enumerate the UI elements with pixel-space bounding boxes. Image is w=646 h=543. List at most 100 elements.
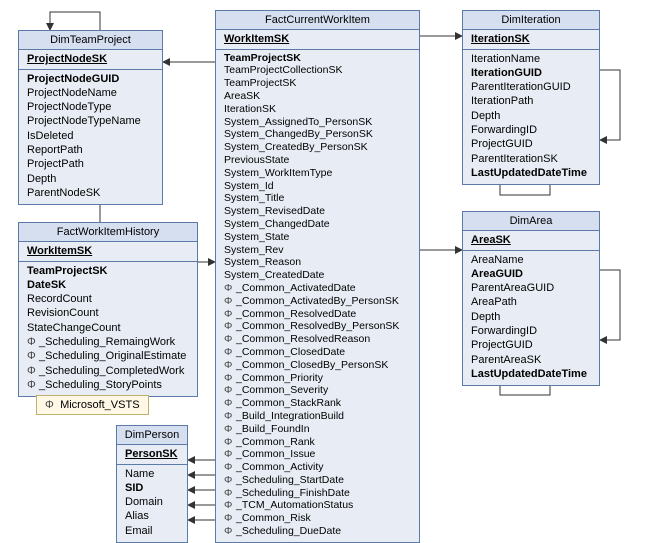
entity-field: ParentIterationSK xyxy=(471,152,591,166)
entity-field: AreaGUID xyxy=(471,267,591,281)
field-name: IterationName xyxy=(471,53,540,65)
field-name: AreaPath xyxy=(471,296,517,308)
phi-icon: Φ xyxy=(224,512,236,525)
legend-box: Φ Microsoft_VSTS xyxy=(36,395,149,415)
phi-icon: Φ xyxy=(224,397,236,410)
entity-field: LastUpdatedDateTime xyxy=(471,367,591,381)
entity-title: FactCurrentWorkItem xyxy=(216,11,419,30)
phi-icon: Φ xyxy=(224,487,236,500)
phi-icon: Φ xyxy=(224,346,236,359)
entity-field: ProjectNodeGUID xyxy=(27,72,154,86)
field-name: TeamProjectCollectionSK xyxy=(224,64,342,76)
entity-field: ProjectNodeTypeName xyxy=(27,114,154,128)
entity-field: ProjectNodeName xyxy=(27,86,154,100)
entity-field: Φ_Common_Activity xyxy=(224,461,411,474)
field-name: Depth xyxy=(471,311,500,323)
field-name: IterationGUID xyxy=(471,67,542,79)
field-name: TeamProjectSK xyxy=(224,77,296,89)
entity-field: Φ_Scheduling_StoryPoints xyxy=(27,378,189,392)
field-name: ForwardingID xyxy=(471,325,537,337)
entity-field: System_State xyxy=(224,231,411,244)
phi-icon: Φ xyxy=(224,372,236,385)
entity-field: Email xyxy=(125,524,179,538)
entity-fields: IterationName IterationGUID ParentIteratio… xyxy=(463,50,599,185)
field-name: ParentIterationGUID xyxy=(471,81,571,93)
entity-field: PreviousState xyxy=(224,154,411,167)
entity-fields: AreaNameAreaGUIDParentAreaGUIDAreaPathDe… xyxy=(463,251,599,386)
field-name: _Scheduling_StartDate xyxy=(236,474,344,486)
entity-field: Φ_Common_Risk xyxy=(224,512,411,525)
entity-field: TeamProjectSK xyxy=(27,264,189,278)
field-name: Alias xyxy=(125,510,149,522)
entity-field: ParentNodeSK xyxy=(27,186,154,200)
entity-field: Φ_TCM_AutomationStatus xyxy=(224,499,411,512)
field-name: _Scheduling_RemaingWork xyxy=(39,336,175,348)
entity-field: RevisionCount xyxy=(27,306,189,320)
entity-fact-current-work-item: FactCurrentWorkItem WorkItemSK TeamProje… xyxy=(215,10,420,543)
field-name: System_WorkItemType xyxy=(224,167,332,179)
phi-icon: Φ xyxy=(224,474,236,487)
phi-icon: Φ xyxy=(224,384,236,397)
field-name: ProjectNodeType xyxy=(27,101,111,113)
entity-title: DimPerson xyxy=(117,426,187,445)
entity-field: System_Id xyxy=(224,180,411,193)
phi-icon: Φ xyxy=(224,499,236,512)
entity-field: TeamProjectCollectionSK xyxy=(224,64,411,77)
field-name: System_RevisedDate xyxy=(224,205,325,217)
field-name: System_CreatedDate xyxy=(224,269,324,281)
entity-field: System_Title xyxy=(224,192,411,205)
field-name: TeamProjectSK xyxy=(27,265,108,277)
entity-pk: PersonSK xyxy=(117,445,187,464)
entity-field: ProjectNodeType xyxy=(27,100,154,114)
field-name: _Common_Risk xyxy=(236,512,311,524)
entity-field: IterationPath xyxy=(471,94,591,108)
entity-field: System_Rev xyxy=(224,244,411,257)
entity-field: Φ_Common_ResolvedDate xyxy=(224,308,411,321)
entity-field: DateSK xyxy=(27,278,189,292)
field-name: _Scheduling_DueDate xyxy=(236,525,341,537)
entity-field: System_CreatedBy_PersonSK xyxy=(224,141,411,154)
field-name: AreaSK xyxy=(224,90,260,102)
entity-field: System_CreatedDate xyxy=(224,269,411,282)
entity-field: Φ_Scheduling_RemaingWork xyxy=(27,335,189,349)
entity-field: Φ_Common_Severity xyxy=(224,384,411,397)
entity-field: System_WorkItemType xyxy=(224,167,411,180)
entity-field: Depth xyxy=(471,310,591,324)
field-name: _Scheduling_StoryPoints xyxy=(39,379,162,391)
field-name: ParentAreaGUID xyxy=(471,282,554,294)
entity-field: Φ_Common_Rank xyxy=(224,436,411,449)
entity-field: ProjectPath xyxy=(27,157,154,171)
field-name: _Common_Issue xyxy=(236,448,315,460)
phi-icon: Φ xyxy=(27,335,39,349)
entity-field: Φ_Common_ResolvedBy_PersonSK xyxy=(224,320,411,333)
entity-field: IterationSK xyxy=(224,103,411,116)
entity-field: Φ_Common_Priority xyxy=(224,372,411,385)
entity-field: LastUpdatedDateTime xyxy=(471,166,591,180)
field-name: _Common_ActivatedDate xyxy=(236,282,356,294)
entity-field: StateChangeCount xyxy=(27,321,189,335)
field-name: IterationPath xyxy=(471,95,533,107)
field-name: System_ChangedDate xyxy=(224,218,330,230)
entity-field: Φ_Scheduling_CompletedWork xyxy=(27,364,189,378)
field-name: ParentAreaSK xyxy=(471,354,541,366)
entity-pk: WorkItemSK xyxy=(216,30,419,49)
entity-field: System_AssignedTo_PersonSK xyxy=(224,116,411,129)
field-name: System_ChangedBy_PersonSK xyxy=(224,128,373,140)
field-name: System_Rev xyxy=(224,244,284,256)
field-name: _Build_IntegrationBuild xyxy=(236,410,344,422)
field-name: Depth xyxy=(471,110,500,122)
entity-field: Φ_Build_FoundIn xyxy=(224,423,411,436)
field-name: PreviousState xyxy=(224,154,289,166)
field-name: _Common_Rank xyxy=(236,436,315,448)
entity-field: Φ_Common_ClosedBy_PersonSK xyxy=(224,359,411,372)
field-name: DateSK xyxy=(27,279,66,291)
field-name: StateChangeCount xyxy=(27,322,121,334)
entity-title: DimIteration xyxy=(463,11,599,30)
field-name: Domain xyxy=(125,496,163,508)
field-name: _Common_ResolvedDate xyxy=(236,308,356,320)
phi-icon: Φ xyxy=(224,282,236,295)
field-name: _Common_ActivatedBy_PersonSK xyxy=(236,295,399,307)
entity-field: IterationName xyxy=(471,52,591,66)
field-name: TeamProjectSK xyxy=(224,52,301,64)
field-name: IsDeleted xyxy=(27,130,73,142)
